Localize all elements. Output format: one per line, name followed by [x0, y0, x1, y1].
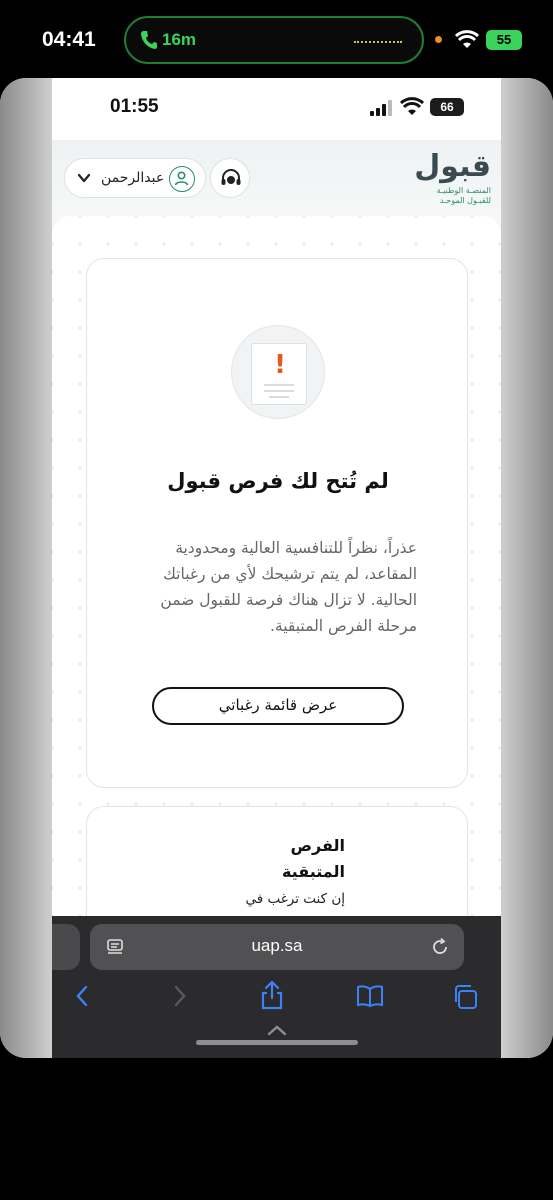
browser-toolbar: uap.sa: [52, 916, 501, 1058]
logo-tagline-1: المنصـة الوطنيـة: [436, 186, 491, 195]
wifi-icon: [455, 30, 479, 48]
qabool-logo[interactable]: قبول المنصـة الوطنيـة للقبـول الموحـد: [411, 148, 491, 210]
logo-wordmark: قبول: [414, 149, 491, 184]
device-status-bar: 04:41 16m 55: [0, 0, 553, 80]
card-message: عذراً، نظراً للتنافسية العالية ومحدودية …: [160, 539, 417, 635]
alert-document-illustration: !: [231, 325, 325, 419]
forward-icon[interactable]: [172, 984, 188, 1008]
frame-edge-left: [0, 78, 52, 1058]
address-bar[interactable]: uap.sa: [90, 924, 464, 970]
wifi-icon: [400, 97, 424, 115]
chevron-down-icon: [77, 173, 91, 183]
support-button[interactable]: [210, 158, 250, 198]
document-alert-icon: !: [251, 343, 307, 405]
view-wishlist-button[interactable]: عرض قائمة رغباتي: [152, 687, 404, 725]
chevron-up-icon: [267, 1025, 287, 1036]
app-header: عبدالرحمن قبول المنصـة الوطنيـة للقبـول …: [52, 140, 501, 220]
reload-icon[interactable]: [430, 937, 450, 957]
frame-edge-right: [501, 78, 553, 1058]
user-name: عبدالرحمن: [101, 170, 165, 186]
card-title: لم تُتح لك فرص قبول: [167, 469, 389, 493]
share-icon[interactable]: [260, 980, 284, 1010]
logo-tagline-2: للقبـول الموحـد: [439, 196, 491, 205]
remaining-opportunities-title: الفرص المتبقية: [281, 836, 345, 881]
active-call-pill[interactable]: 16m: [124, 16, 424, 64]
bookmarks-icon[interactable]: [356, 984, 384, 1008]
inner-time: 01:55: [110, 96, 159, 117]
call-duration: 16m: [162, 30, 197, 49]
device-time: 04:41: [42, 28, 96, 51]
user-icon: [169, 166, 195, 192]
audio-wave-icon: [354, 41, 402, 43]
phone-icon: [141, 31, 157, 49]
screen-recording-frame: 01:55 66 عبدالرحمن قبول المنصـة الوطنيـة…: [0, 78, 553, 1058]
remaining-opportunities-text: إن كنت ترغب في: [245, 891, 345, 907]
headset-icon: [221, 169, 241, 185]
previous-tab-stub[interactable]: [52, 924, 80, 970]
url-text: uap.sa: [251, 936, 303, 955]
cellular-signal-icon: [370, 100, 392, 116]
user-menu-button[interactable]: عبدالرحمن: [64, 158, 206, 198]
privacy-indicator-dot: [435, 36, 442, 43]
no-offers-card: ! لم تُتح لك فرص قبول عذراً، نظراً للتنا…: [86, 258, 468, 788]
tabs-icon[interactable]: [452, 984, 478, 1010]
phone-screen: 01:55 66 عبدالرحمن قبول المنصـة الوطنيـة…: [52, 78, 501, 1058]
back-icon[interactable]: [74, 984, 90, 1008]
inner-status-bar: 01:55 66: [52, 78, 501, 140]
battery-indicator: 66: [430, 98, 464, 116]
battery-indicator: 55: [486, 30, 522, 50]
home-indicator[interactable]: [196, 1040, 358, 1045]
